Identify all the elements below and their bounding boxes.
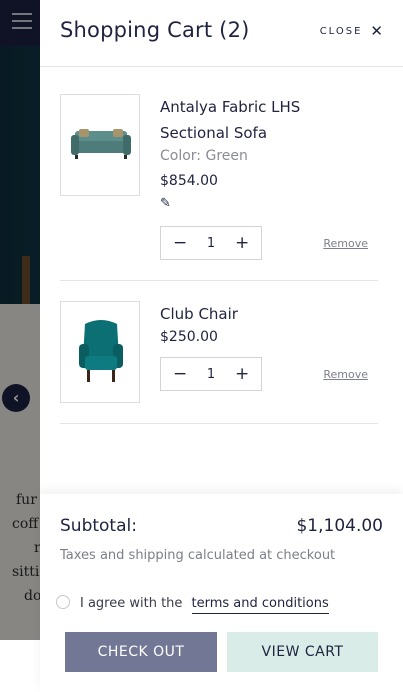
cart-drawer: Shopping Cart (2) CLOSE ✕ Antalya Fabric…	[40, 0, 403, 692]
view-cart-button[interactable]: VIEW CART	[227, 632, 378, 672]
item-color: Color: Green	[160, 148, 248, 164]
remove-link[interactable]: Remove	[323, 368, 368, 381]
divider	[60, 423, 378, 424]
cart-item: Antalya Fabric LHS Sectional Sofa Color:…	[60, 94, 378, 264]
item-name[interactable]: Club Chair	[160, 301, 370, 327]
item-price: $250.00	[160, 329, 218, 345]
tax-note: Taxes and shipping calculated at checkou…	[60, 548, 336, 563]
terms-agreement: I agree with the terms and conditions	[56, 592, 329, 614]
quantity-value[interactable]: 1	[207, 236, 215, 251]
checkout-button[interactable]: CHECK OUT	[65, 632, 217, 672]
plus-icon[interactable]: +	[235, 364, 249, 384]
edit-icon[interactable]: ✎	[160, 196, 171, 211]
subtotal-label: Subtotal:	[60, 516, 137, 536]
quantity-value[interactable]: 1	[207, 367, 215, 382]
minus-icon[interactable]: −	[173, 364, 187, 384]
terms-link[interactable]: terms and conditions	[191, 596, 329, 614]
cart-item: Club Chair $250.00 − 1 + Remove	[60, 301, 378, 411]
chair-image[interactable]	[60, 301, 140, 403]
close-icon: ✕	[370, 22, 383, 40]
plus-icon[interactable]: +	[235, 233, 249, 253]
close-label: CLOSE	[319, 25, 363, 37]
item-price: $854.00	[160, 173, 218, 189]
divider	[60, 280, 378, 281]
cart-header: Shopping Cart (2) CLOSE ✕	[40, 0, 403, 67]
agree-checkbox[interactable]	[56, 594, 70, 609]
close-button[interactable]: CLOSE ✕	[319, 22, 383, 40]
quantity-stepper: − 1 +	[160, 226, 262, 260]
item-name[interactable]: Antalya Fabric LHS Sectional Sofa	[160, 94, 370, 146]
cart-title: Shopping Cart (2)	[60, 18, 250, 42]
quantity-stepper: − 1 +	[160, 357, 262, 391]
sofa-image[interactable]	[60, 94, 140, 196]
remove-link[interactable]: Remove	[323, 237, 368, 250]
subtotal-value: $1,104.00	[296, 516, 383, 536]
agree-text: I agree with the	[80, 596, 183, 611]
cart-footer: Subtotal: $1,104.00 Taxes and shipping c…	[40, 494, 403, 692]
minus-icon[interactable]: −	[173, 233, 187, 253]
